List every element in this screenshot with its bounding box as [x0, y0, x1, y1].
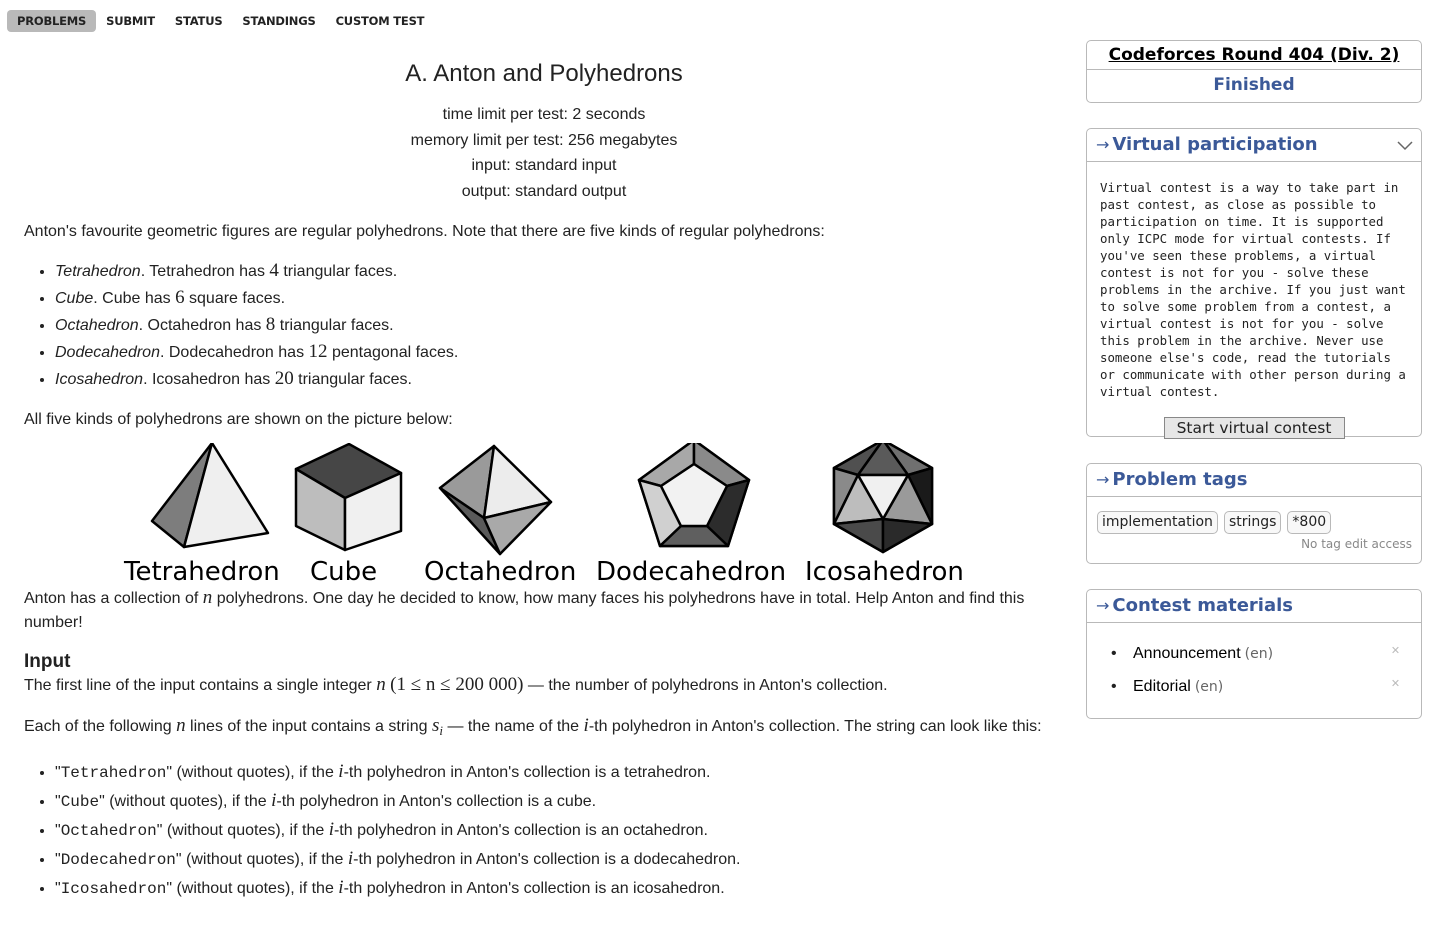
figure-label-icosahedron: Icosahedron — [805, 556, 964, 587]
close-icon[interactable]: ✕ — [1390, 679, 1401, 690]
nav-custom-test[interactable]: CUSTOM TEST — [326, 10, 435, 32]
material-announcement: • Announcement (en) ✕ — [1087, 643, 1421, 676]
figure-label-dodecahedron: Dodecahedron — [596, 556, 787, 587]
tetrahedron-shape — [150, 442, 270, 548]
picture-intro: All five kinds of polyhedrons are shown … — [24, 411, 453, 429]
right-arrow-icon: → — [1096, 135, 1110, 154]
nav-standings[interactable]: STANDINGS — [232, 10, 325, 32]
figure-label-cube: Cube — [310, 556, 378, 587]
materials-list: • Announcement (en) ✕ • Editorial (en) ✕ — [1087, 623, 1421, 709]
contest-materials-title: Contest materials — [1112, 595, 1293, 616]
polyhedron-kinds-list: Tetrahedron. Tetrahedron has 4 triangula… — [24, 258, 1064, 393]
top-nav: PROBLEMS SUBMIT STATUS STANDINGS CUSTOM … — [7, 9, 434, 32]
list-item: Tetrahedron. Tetrahedron has 4 triangula… — [55, 258, 1064, 285]
time-limit: time limit per test: 2 seconds — [442, 106, 646, 124]
list-item: "Icosahedron" (without quotes), if the i… — [55, 874, 1064, 903]
problem-tags-title: Problem tags — [1112, 469, 1248, 490]
chevron-down-icon[interactable] — [1397, 131, 1413, 163]
problem-limits: time limit per test: 2 seconds memory li… — [24, 102, 1064, 204]
right-arrow-icon: → — [1096, 470, 1110, 489]
language-label: (en) — [1244, 646, 1274, 662]
list-item: Octahedron. Octahedron has 8 triangular … — [55, 312, 1064, 339]
input-paragraph-2: Each of the following n lines of the inp… — [24, 715, 1042, 739]
virtual-participation-header: → Virtual participation — [1087, 129, 1421, 162]
tag-rating[interactable]: *800 — [1287, 511, 1332, 534]
memory-limit: memory limit per test: 256 megabytes — [410, 131, 678, 149]
intro-paragraph: Anton's favourite geometric figures are … — [24, 223, 825, 241]
virtual-participation-description: Virtual contest is a way to take part in… — [1100, 180, 1406, 399]
dodecahedron-shape — [637, 442, 751, 547]
start-virtual-contest-button[interactable]: Start virtual contest — [1163, 417, 1345, 439]
contest-materials-box: → Contest materials • Announcement (en) ✕ … — [1086, 589, 1422, 719]
virtual-participation-title: Virtual participation — [1112, 134, 1318, 155]
tag-list: implementation strings *800 — [1087, 497, 1421, 534]
list-item: "Cube" (without quotes), if the i-th pol… — [55, 787, 1064, 816]
virtual-participation-box: → Virtual participation Virtual contest i… — [1086, 128, 1422, 439]
list-item: Icosahedron. Icosahedron has 20 triangul… — [55, 366, 1064, 393]
tag-strings[interactable]: strings — [1223, 511, 1282, 534]
nav-submit[interactable]: SUBMIT — [96, 10, 165, 32]
output-spec: output: standard output — [461, 182, 627, 200]
polyhedrons-figure: Tetrahedron Cube Octahedron Dodecahedron… — [24, 442, 1064, 593]
problem-tags-header: → Problem tags — [1087, 464, 1421, 497]
nav-problems[interactable]: PROBLEMS — [7, 9, 97, 32]
announcement-link[interactable]: Announcement — [1133, 645, 1241, 662]
right-arrow-icon: → — [1096, 596, 1110, 615]
input-section-title: Input — [24, 650, 71, 672]
contest-materials-header: → Contest materials — [1087, 590, 1421, 623]
input-spec: input: standard input — [471, 157, 617, 175]
list-item: "Dodecahedron" (without quotes), if the … — [55, 845, 1064, 874]
editorial-link[interactable]: Editorial — [1133, 678, 1191, 695]
problem-title: A. Anton and Polyhedrons — [405, 60, 683, 87]
figure-label-tetrahedron: Tetrahedron — [124, 556, 280, 587]
language-label: (en) — [1194, 679, 1224, 695]
cube-shape — [294, 442, 403, 551]
figure-label-octahedron: Octahedron — [424, 556, 577, 587]
story-paragraph: Anton has a collection of n polyhedrons.… — [24, 586, 1025, 631]
material-editorial: • Editorial (en) ✕ — [1087, 676, 1421, 709]
close-icon[interactable]: ✕ — [1390, 646, 1401, 657]
tag-edit-note: No tag edit access — [1301, 537, 1412, 551]
contest-info-box: Codeforces Round 404 (Div. 2) Finished — [1086, 40, 1422, 103]
list-item: Dodecahedron. Dodecahedron has 12 pentag… — [55, 339, 1064, 366]
input-paragraph-1: The first line of the input contains a s… — [24, 674, 888, 696]
tag-implementation[interactable]: implementation — [1097, 511, 1218, 534]
problem-tags-box: → Problem tags implementation strings *80… — [1086, 463, 1422, 564]
bullet: • — [1111, 678, 1117, 695]
list-item: "Octahedron" (without quotes), if the i-… — [55, 816, 1064, 845]
icosahedron-shape — [832, 442, 934, 553]
problem-statement: A. Anton and Polyhedrons time limit per … — [24, 58, 1064, 903]
bullet: • — [1111, 645, 1117, 662]
octahedron-shape — [438, 444, 553, 555]
contest-name-link[interactable]: Codeforces Round 404 (Div. 2) — [1087, 41, 1421, 70]
input-strings-list: "Tetrahedron" (without quotes), if the i… — [24, 758, 1064, 903]
list-item: "Tetrahedron" (without quotes), if the i… — [55, 758, 1064, 787]
list-item: Cube. Cube has 6 square faces. — [55, 285, 1064, 312]
nav-status[interactable]: STATUS — [165, 10, 233, 32]
contest-status: Finished — [1213, 75, 1295, 95]
